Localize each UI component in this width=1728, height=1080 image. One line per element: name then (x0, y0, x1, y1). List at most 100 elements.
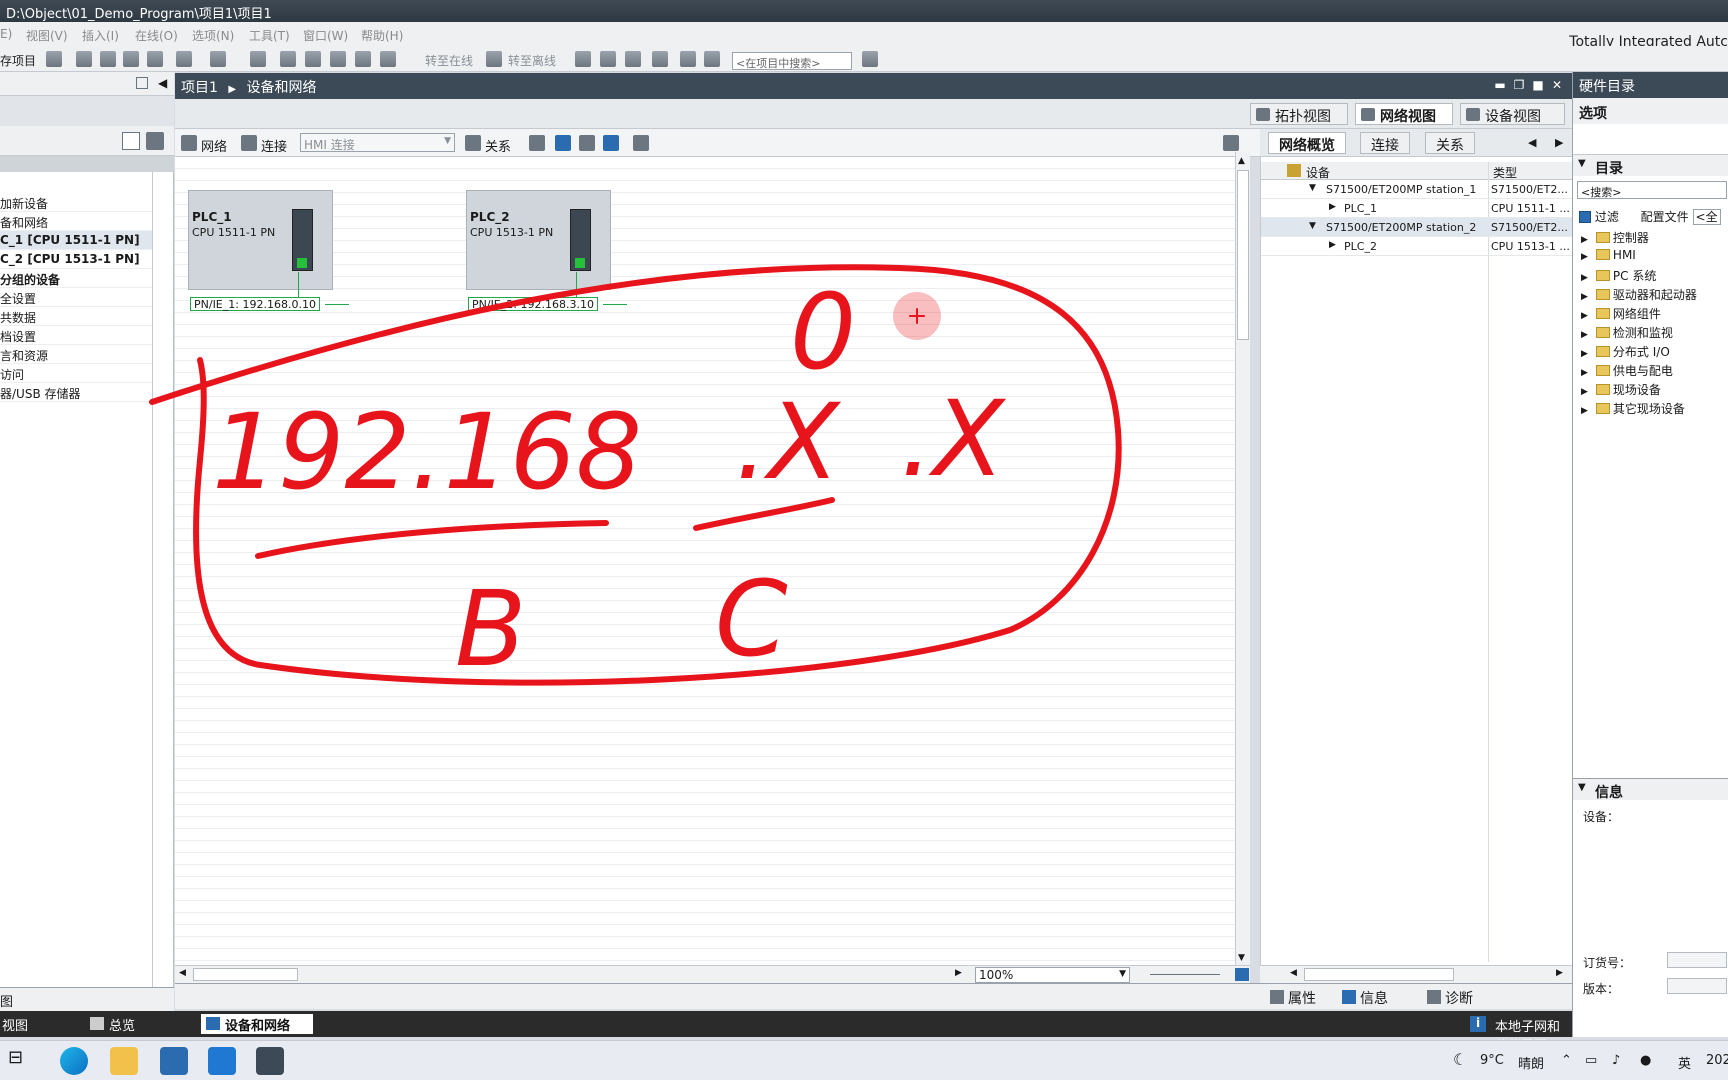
print-icon[interactable] (46, 51, 62, 67)
tree-item-ungrouped-devices[interactable]: 分组的设备 (0, 269, 152, 288)
catalog-item-network-components[interactable]: ▶ 网络组件 (1581, 305, 1661, 322)
menu-edit[interactable]: E) (0, 27, 12, 41)
portal-overview-tab[interactable]: 总览 (85, 1014, 141, 1034)
tree-item-common-data[interactable]: 共数据 (0, 307, 152, 326)
tab-relations[interactable]: 关系 (1425, 132, 1475, 154)
menu-online[interactable]: 在线(O) (135, 27, 178, 44)
close-all-icon[interactable] (652, 51, 668, 67)
tree-options-icon[interactable] (146, 132, 164, 150)
breadcrumb-devices-networks[interactable]: 设备和网络 (247, 80, 317, 96)
simulation-icon[interactable] (330, 51, 346, 67)
split-vertical-icon[interactable] (704, 51, 720, 67)
catalog-header[interactable]: ▼ 目录 (1573, 154, 1728, 177)
compare-icon[interactable] (625, 51, 641, 67)
task-view-icon[interactable]: ⊟ (8, 1047, 36, 1075)
expand-icon[interactable]: ▶ (1329, 240, 1336, 250)
overview-toggle-icon[interactable] (555, 135, 571, 151)
tab-device-view[interactable]: 设备视图 (1460, 103, 1565, 125)
scroll-right-icon[interactable]: ▶ (1556, 968, 1563, 978)
filter-checkbox[interactable] (1579, 211, 1591, 223)
catalog-item-pc-systems[interactable]: ▶ PC 系统 (1581, 267, 1656, 284)
edge-browser-icon[interactable] (60, 1047, 88, 1075)
delete-icon[interactable] (147, 51, 163, 67)
table-row[interactable]: ▶ PLC_1 CPU 1511-1 ... (1261, 199, 1573, 218)
paste-icon[interactable] (123, 51, 139, 67)
tree-view-icon[interactable] (122, 132, 140, 150)
menu-window[interactable]: 窗口(W) (303, 27, 348, 44)
expand-icon[interactable]: ▼ (1309, 183, 1316, 193)
catalog-search-input[interactable]: <搜索> (1577, 181, 1727, 199)
go-online-button[interactable]: 转至在线 (425, 52, 473, 69)
minimize-icon[interactable]: ▬ (1493, 78, 1507, 92)
microphone-icon[interactable]: ● (1640, 1053, 1651, 1068)
tia-portal-taskbar-icon[interactable] (256, 1047, 284, 1075)
weather-condition[interactable]: 晴朗 (1518, 1053, 1544, 1072)
cut-icon[interactable] (76, 51, 92, 67)
tab-connections[interactable]: 连接 (1360, 132, 1410, 154)
tab-diagnostics[interactable]: 诊断 (1425, 988, 1473, 1008)
menu-tools[interactable]: 工具(T) (249, 27, 290, 44)
zoom-select[interactable]: 100% ▼ (975, 967, 1130, 983)
redo-icon[interactable] (210, 51, 226, 67)
scroll-left-icon[interactable]: ◀ (179, 968, 186, 978)
table-row[interactable]: ▼ S71500/ET200MP station_2 S71500/ET2... (1261, 218, 1573, 237)
tab-topology-view[interactable]: 拓扑视图 (1250, 103, 1348, 125)
scroll-down-icon[interactable]: ▼ (1238, 953, 1245, 963)
overview-horizontal-scrollbar[interactable]: ◀ ▶ (1260, 965, 1572, 983)
stop-simulation-icon[interactable] (355, 51, 371, 67)
port-icon[interactable] (575, 258, 585, 268)
undo-icon[interactable] (176, 51, 192, 67)
network-tray-icon[interactable]: ▭ (1585, 1053, 1597, 1068)
plc1-device[interactable]: PLC_1 CPU 1511-1 PN (188, 190, 333, 290)
catalog-item-controllers[interactable]: ▶ 控制器 (1581, 229, 1649, 246)
scroll-thumb[interactable] (1304, 968, 1454, 981)
info-header[interactable]: ▼ 信息 (1573, 778, 1728, 801)
table-row[interactable]: ▶ PLC_2 CPU 1513-1 ... (1261, 237, 1573, 256)
port-icon[interactable] (297, 258, 307, 268)
tab-properties[interactable]: 属性 (1268, 988, 1316, 1008)
chevron-right-icon[interactable]: ▶ (1555, 136, 1563, 149)
mail-icon[interactable] (208, 1047, 236, 1075)
accessible-devices-icon[interactable] (575, 51, 591, 67)
go-offline-button[interactable]: 转至离线 (508, 52, 556, 69)
tree-item-card-reader[interactable]: 器/USB 存储器 (0, 383, 152, 402)
tree-item-doc-settings[interactable]: 档设置 (0, 326, 152, 345)
zoom-slider[interactable] (1150, 974, 1220, 975)
tree-item-security[interactable]: 全设置 (0, 288, 152, 307)
search-binoculars-icon[interactable] (862, 51, 878, 67)
tab-network-view[interactable]: 网络视图 (1355, 103, 1453, 125)
connections-mode-icon[interactable] (241, 135, 257, 151)
plc1-interface-label[interactable]: PN/IE_1: 192.168.0.10 (190, 297, 320, 311)
copy-icon[interactable] (100, 51, 116, 67)
canvas-vertical-scrollbar[interactable]: ▲ ▼ (1235, 152, 1250, 965)
menu-options[interactable]: 选项(N) (192, 27, 234, 44)
network-mode-icon[interactable] (181, 135, 197, 151)
plc2-interface-label[interactable]: PN/IE_2: 192.168.3.10 (468, 297, 598, 311)
scroll-up-icon[interactable]: ▲ (1238, 156, 1245, 166)
weather-temperature[interactable]: 9°C (1480, 1053, 1504, 1068)
column-type[interactable]: 类型 (1493, 164, 1517, 181)
breadcrumb-project[interactable]: 项目1 (181, 80, 218, 96)
expand-icon[interactable]: ▶ (1329, 202, 1336, 212)
tree-item-languages[interactable]: 言和资源 (0, 345, 152, 364)
table-toggle-icon[interactable] (603, 135, 619, 151)
scroll-thumb[interactable] (1237, 170, 1249, 340)
tab-info[interactable]: 信息 (1340, 988, 1388, 1008)
tree-item-add-device[interactable]: 加新设备 (0, 193, 152, 212)
scroll-thumb[interactable] (193, 968, 298, 981)
tree-item-plc1[interactable]: C_1 [CPU 1511-1 PN] (0, 231, 152, 250)
catalog-item-drives[interactable]: ▶ 驱动器和起动器 (1581, 286, 1697, 303)
file-explorer-icon[interactable] (110, 1047, 138, 1075)
zoom-fit-icon[interactable] (1235, 968, 1249, 981)
maximize-icon[interactable]: ■ (1531, 78, 1545, 92)
tab-network-overview[interactable]: 网络概览 (1268, 132, 1346, 154)
close-icon[interactable]: ✕ (1550, 78, 1564, 92)
volume-icon[interactable]: ♪ (1612, 1053, 1620, 1068)
relations-mode-icon[interactable] (465, 135, 481, 151)
info-icon[interactable]: i (1470, 1016, 1486, 1032)
tree-item-online-access[interactable]: 访问 (0, 364, 152, 383)
catalog-item-power-supply[interactable]: ▶ 供电与配电 (1581, 362, 1673, 379)
profile-select[interactable]: <全 (1692, 209, 1721, 225)
network-canvas[interactable] (175, 157, 1235, 965)
collapse-panel-icon[interactable] (136, 77, 148, 89)
